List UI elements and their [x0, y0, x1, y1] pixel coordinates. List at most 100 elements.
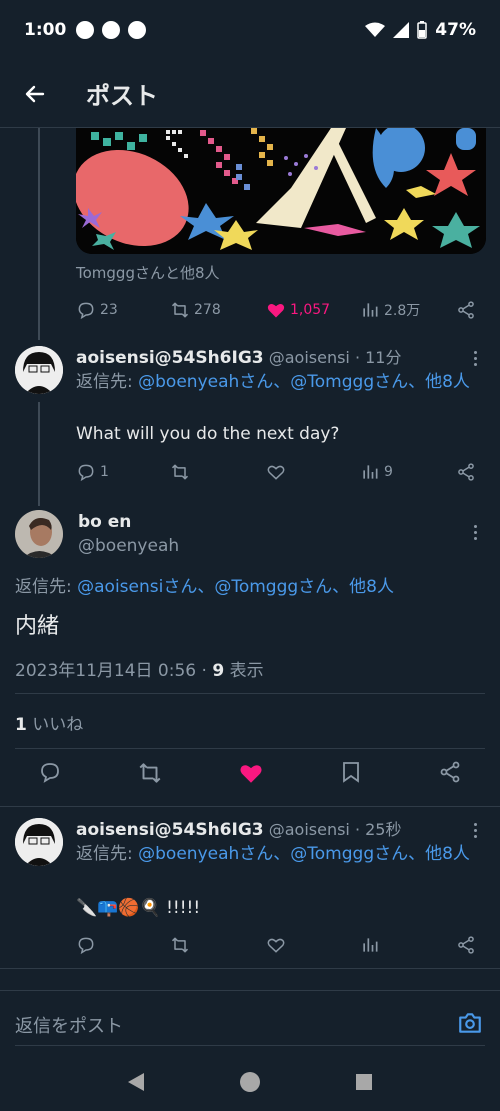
avatar[interactable] [15, 346, 63, 394]
user-handle: @aoisensi [268, 820, 350, 839]
reply-to-users[interactable]: @aoisensiさん、@Tomgggさん、他8人 [77, 577, 394, 597]
avatar[interactable] [15, 818, 63, 866]
tweet-timestamp[interactable]: 2023年11月14日 0:56 · [15, 661, 212, 681]
reply-to: 返信先: @aoisensiさん、@Tomgggさん、他8人 [15, 572, 394, 597]
system-nav-bar [0, 1052, 500, 1111]
reply-button[interactable]: 23 [76, 300, 170, 320]
thread-line [38, 402, 40, 506]
reply-count: 23 [100, 302, 118, 318]
top-bar: ポスト [0, 60, 500, 128]
status-time: 1:00 [24, 20, 67, 40]
display-name[interactable]: aoisensi@54Sh6IG3 [76, 348, 264, 368]
share-button[interactable] [456, 300, 476, 320]
reply-to-users[interactable]: @boenyeahさん、@Tomgggさん、他8人 [138, 844, 470, 864]
more-options-icon[interactable] [472, 820, 478, 841]
share-icon [458, 463, 474, 481]
reply-button[interactable]: 1 [76, 462, 170, 482]
display-name[interactable]: bo en [78, 512, 131, 532]
divider [0, 806, 500, 807]
camera-icon [459, 1013, 481, 1033]
app-notification-icon [76, 21, 95, 39]
share-icon[interactable] [438, 760, 462, 784]
divider [0, 968, 500, 969]
views-button[interactable]: 2.8万 [360, 300, 456, 320]
reply-to: 返信先: @boenyeahさん、@Tomgggさん、他8人 [76, 370, 488, 394]
reply-button[interactable] [76, 935, 170, 955]
display-name[interactable]: aoisensi@54Sh6IG3 [76, 820, 264, 840]
nav-home-icon[interactable] [239, 1071, 261, 1093]
reply-tweet-actions: 1 9 [76, 460, 476, 484]
reply-icon[interactable] [38, 760, 62, 784]
reply-to-prefix: 返信先: [76, 844, 139, 864]
nav-back-icon[interactable] [126, 1071, 146, 1093]
parent-tweet-actions: 23 278 1,057 2.8万 [76, 298, 476, 322]
divider [15, 748, 485, 749]
views-button[interactable]: 9 [360, 462, 456, 482]
more-options-icon[interactable] [472, 348, 478, 369]
user-handle[interactable]: @boenyeah [78, 536, 179, 556]
nav-recents-icon[interactable] [354, 1072, 374, 1092]
composer-divider [0, 990, 500, 991]
camera-button[interactable] [457, 1010, 483, 1040]
back-button[interactable] [0, 60, 70, 128]
likes-summary[interactable]: 1 いいね [15, 710, 83, 735]
page-title: ポスト [86, 82, 158, 110]
share-icon [458, 301, 474, 319]
like-button[interactable]: 1,057 [266, 300, 360, 320]
tweet-time: · 25秒 [354, 820, 402, 839]
reply-to-users[interactable]: @boenyeahさん、@Tomgggさん、他8人 [138, 372, 470, 392]
repost-icon [171, 464, 189, 480]
reply-icon [78, 937, 94, 955]
repost-button[interactable] [170, 935, 266, 955]
thread-line [38, 128, 40, 340]
repost-button[interactable]: 278 [170, 300, 266, 320]
share-button[interactable] [456, 935, 476, 955]
reply-to-prefix: 返信先: [15, 577, 78, 597]
battery-percent: 47% [435, 20, 476, 40]
views-label: 表示 [224, 661, 264, 681]
bookmark-icon[interactable] [339, 760, 363, 784]
share-icon [458, 936, 474, 954]
wifi-icon [365, 22, 386, 37]
like-button[interactable] [266, 462, 360, 482]
reply-tweet-actions [76, 933, 476, 957]
tweet-text: What will you do the next day? [76, 424, 340, 444]
likes-label: いいね [26, 715, 84, 735]
views-icon [363, 938, 378, 952]
battery-icon [417, 21, 428, 39]
heart-icon [267, 465, 285, 480]
tweet-text: 内緒 [15, 614, 60, 639]
reply-icon [78, 302, 94, 320]
reply-to: 返信先: @boenyeahさん、@Tomgggさん、他8人 [76, 842, 488, 866]
views-button[interactable] [360, 935, 456, 955]
reply-count: 1 [100, 464, 109, 480]
share-button[interactable] [456, 462, 476, 482]
views-icon [363, 303, 378, 317]
views-count: 9 [212, 661, 225, 681]
repost-icon [171, 937, 189, 953]
like-button[interactable] [266, 935, 360, 955]
repost-icon [171, 302, 189, 318]
reply-icon [78, 464, 94, 482]
heart-icon [267, 938, 285, 953]
main-tweet-actions [0, 760, 500, 796]
avatar[interactable] [15, 510, 63, 558]
views-icon [363, 465, 378, 479]
social-context[interactable]: Tomgggさんと他8人 [76, 262, 220, 283]
views-count: 2.8万 [384, 303, 421, 319]
like-count: 1,057 [290, 302, 331, 318]
user-handle: @aoisensi [268, 348, 350, 367]
back-arrow-icon [25, 85, 45, 102]
reply-input[interactable]: 返信をポスト [15, 1012, 123, 1038]
chat-notification-icon [128, 21, 147, 39]
more-options-icon[interactable] [472, 522, 478, 543]
mastodon-notification-icon [102, 21, 121, 39]
heart-filled-icon[interactable] [238, 760, 264, 786]
likes-count: 1 [15, 715, 27, 735]
repost-button[interactable] [170, 462, 266, 482]
repost-icon[interactable] [137, 760, 163, 786]
tweet-media-image[interactable] [76, 128, 486, 254]
cell-signal-icon [393, 22, 410, 38]
divider [15, 1045, 485, 1046]
heart-filled-icon [267, 304, 285, 318]
